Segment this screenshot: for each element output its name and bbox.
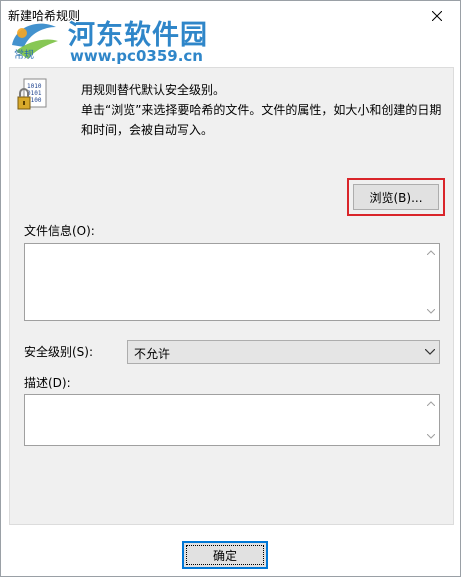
security-level-value: 不允许 <box>134 347 171 361</box>
browse-button[interactable]: 浏览(B)... <box>353 184 439 210</box>
description-scrollbar[interactable] <box>422 395 439 445</box>
scroll-up-button[interactable] <box>422 395 439 412</box>
file-info-textarea[interactable] <box>24 243 440 321</box>
svg-text:1010: 1010 <box>27 83 42 90</box>
file-info-scrollbar[interactable] <box>422 244 439 320</box>
general-tab-label[interactable]: 常规 <box>14 46 34 61</box>
chevron-up-icon <box>426 401 435 406</box>
rule-description-text: 单击“浏览”来选择要哈希的文件。文件的属性，如大小和创建的日期和时间，会被自动写… <box>81 103 442 137</box>
scroll-down-button[interactable] <box>422 303 439 320</box>
chevron-down-icon <box>425 349 435 355</box>
chevron-up-icon <box>426 250 435 255</box>
ok-button[interactable]: 确定 <box>182 541 268 569</box>
description-label: 描述(D): <box>24 376 71 390</box>
watermark-url: www.pc0359.cn <box>70 47 203 65</box>
hash-rule-icon: 1010 0101 1100 <box>17 78 47 110</box>
description-textarea[interactable] <box>24 394 440 446</box>
security-level-select[interactable]: 不允许 <box>127 340 440 364</box>
svg-text:0101: 0101 <box>27 90 42 97</box>
chevron-down-icon <box>426 434 435 439</box>
close-icon <box>432 11 442 21</box>
scroll-up-button[interactable] <box>422 244 439 261</box>
file-info-label: 文件信息(O): <box>24 224 95 238</box>
close-button[interactable] <box>414 1 460 31</box>
dialog-window: 新建哈希规则 常规 河东软件园 www.pc0359.cn 1010 0101 … <box>0 0 461 577</box>
rule-description-heading: 用规则替代默认安全级别。 <box>81 83 226 97</box>
security-level-label: 安全级别(S): <box>24 345 94 359</box>
scroll-down-button[interactable] <box>422 428 439 445</box>
watermark: 常规 河东软件园 www.pc0359.cn <box>6 13 246 71</box>
chevron-down-icon <box>426 309 435 314</box>
ok-button-label: 确定 <box>212 548 237 563</box>
